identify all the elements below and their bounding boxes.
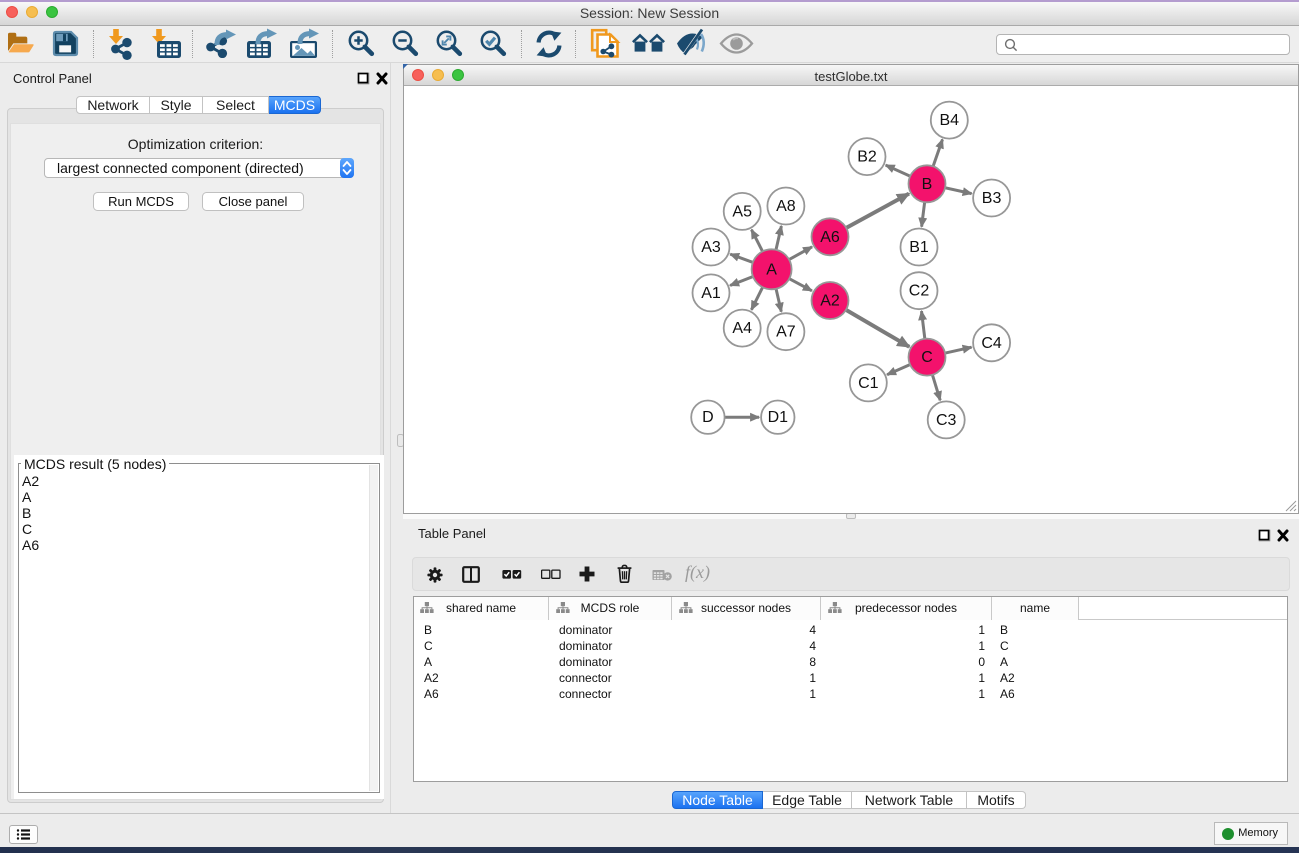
svg-text:B: B (922, 176, 933, 193)
svg-text:A3: A3 (701, 239, 721, 256)
svg-text:B2: B2 (857, 149, 877, 166)
svg-text:A6: A6 (820, 229, 840, 246)
svg-text:C4: C4 (981, 335, 1002, 352)
svg-text:D: D (702, 409, 714, 426)
svg-text:A: A (766, 261, 777, 278)
svg-text:C3: C3 (936, 412, 957, 429)
svg-text:A5: A5 (732, 203, 752, 220)
svg-text:A7: A7 (776, 324, 796, 341)
svg-text:D1: D1 (768, 409, 789, 426)
svg-text:B1: B1 (909, 239, 929, 256)
svg-text:A1: A1 (701, 285, 721, 302)
svg-text:A2: A2 (820, 293, 840, 310)
svg-text:C2: C2 (909, 283, 930, 300)
svg-text:C: C (921, 349, 933, 366)
svg-text:B3: B3 (982, 190, 1002, 207)
svg-text:B4: B4 (940, 112, 960, 129)
svg-text:C1: C1 (858, 375, 879, 392)
svg-text:A4: A4 (732, 320, 752, 337)
svg-text:A8: A8 (776, 198, 796, 215)
